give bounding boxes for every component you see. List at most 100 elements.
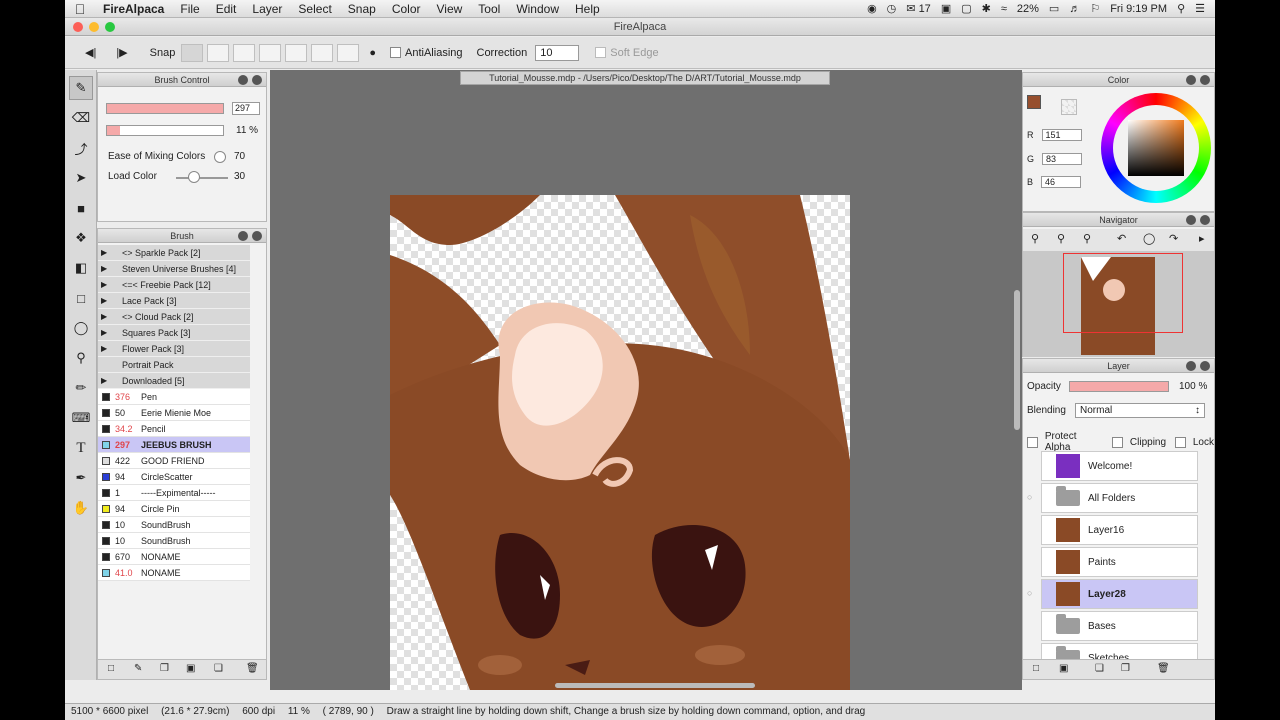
protect-alpha-checkbox[interactable] bbox=[1027, 436, 1038, 448]
panel-close-icon[interactable] bbox=[252, 75, 262, 85]
minimize-window-button[interactable] bbox=[89, 22, 99, 32]
notification-count[interactable]: ✉ 17 bbox=[906, 2, 931, 15]
spotlight-search-icon[interactable]: ⚲ bbox=[1177, 2, 1185, 15]
zoom-fit-icon[interactable]: ⚲ bbox=[1083, 232, 1091, 245]
snap-crisscross-icon[interactable] bbox=[233, 43, 256, 62]
snap-circle-icon[interactable] bbox=[311, 43, 334, 62]
snap-curve-icon[interactable] bbox=[337, 43, 360, 62]
flip-icon[interactable]: ▸ bbox=[1199, 232, 1205, 245]
primary-color-swatch[interactable] bbox=[1027, 95, 1041, 109]
menu-help[interactable]: Help bbox=[567, 2, 608, 16]
close-window-button[interactable] bbox=[73, 22, 83, 32]
menu-window[interactable]: Window bbox=[508, 2, 567, 16]
load-color-knob[interactable] bbox=[188, 171, 200, 183]
lasso-tool-icon[interactable]: ◯ bbox=[69, 316, 93, 340]
lock-checkbox[interactable] bbox=[1175, 436, 1186, 448]
timer-icon[interactable]: ◷ bbox=[887, 2, 897, 15]
layer-opacity-slider[interactable] bbox=[1069, 381, 1169, 392]
panel-collapse-icon[interactable] bbox=[1186, 75, 1196, 85]
expand-triangle-icon[interactable]: ▶ bbox=[101, 261, 107, 277]
brush-folder[interactable]: ▶ Squares Pack [3] bbox=[98, 325, 250, 341]
expand-triangle-icon[interactable]: ▶ bbox=[101, 245, 107, 261]
green-field[interactable]: 83 bbox=[1042, 153, 1083, 165]
dot-tool-icon[interactable]: ⤴ bbox=[69, 136, 93, 160]
move-tool-icon[interactable]: ➤ bbox=[69, 166, 93, 190]
display-icon[interactable]: ▣ bbox=[941, 2, 951, 15]
panel-close-icon[interactable] bbox=[1200, 361, 1210, 371]
duplicate-brush-icon[interactable]: ❏ bbox=[214, 663, 223, 674]
zoom-out-icon[interactable]: ⚲ bbox=[1057, 232, 1065, 245]
artwork-canvas[interactable] bbox=[390, 195, 850, 690]
blending-select[interactable]: Normal ↕ bbox=[1075, 403, 1205, 418]
brush-folder[interactable]: ▶ Steven Universe Brushes [4] bbox=[98, 261, 250, 277]
layer-folder-row[interactable]: Bases bbox=[1041, 611, 1198, 641]
expand-triangle-icon[interactable]: ▶ bbox=[101, 341, 107, 357]
soft-edge-checkbox[interactable] bbox=[595, 47, 607, 58]
menu-view[interactable]: View bbox=[429, 2, 471, 16]
layer-visibility-icon[interactable]: ○ bbox=[1027, 492, 1032, 502]
expand-triangle-icon[interactable]: ▶ bbox=[101, 325, 107, 341]
hand-tool-icon[interactable]: ✋ bbox=[69, 496, 93, 520]
brush-tool-icon[interactable]: ✎ bbox=[69, 76, 93, 100]
menu-color[interactable]: Color bbox=[384, 2, 429, 16]
brush-item[interactable]: 1 -----Expimental----- bbox=[98, 485, 250, 501]
document-tab[interactable]: Tutorial_Mousse.mdp - /Users/Pico/Deskto… bbox=[460, 71, 830, 85]
menu-file[interactable]: File bbox=[172, 2, 207, 16]
zoom-in-icon[interactable]: ⚲ bbox=[1031, 232, 1039, 245]
menu-tool[interactable]: Tool bbox=[470, 2, 508, 16]
eraser-tool-icon[interactable]: ⌫ bbox=[69, 106, 93, 130]
brush-item[interactable]: 422 GOOD FRIEND bbox=[98, 453, 250, 469]
zoom-window-button[interactable] bbox=[105, 22, 115, 32]
text-tool-icon[interactable]: T bbox=[69, 436, 93, 460]
brush-item[interactable]: 41.0 NONAME bbox=[98, 565, 250, 581]
layer-row[interactable]: Paints bbox=[1041, 547, 1198, 577]
panel-close-icon[interactable] bbox=[1200, 215, 1210, 225]
wifi-icon[interactable]: ≈ bbox=[1001, 3, 1007, 15]
delete-layer-icon[interactable]: 🗑 bbox=[1157, 663, 1170, 674]
brush-opacity-slider[interactable] bbox=[106, 125, 224, 136]
layer-row[interactable]: Layer16 bbox=[1041, 515, 1198, 545]
layer-row[interactable]: Welcome! bbox=[1041, 451, 1198, 481]
navigator-preview[interactable] bbox=[1023, 251, 1214, 357]
record-icon[interactable]: ◉ bbox=[867, 2, 877, 15]
brush-folder[interactable]: ▶ Lace Pack [3] bbox=[98, 293, 250, 309]
delete-brush-icon[interactable]: 🗑 bbox=[246, 663, 259, 674]
select-pen-tool-icon[interactable]: ✏ bbox=[69, 376, 93, 400]
brush-folder[interactable]: Portrait Pack bbox=[98, 357, 250, 373]
brush-folder[interactable]: ▶ Downloaded [5] bbox=[98, 373, 250, 389]
gradation-tool-icon[interactable]: ◧ bbox=[69, 256, 93, 280]
add-brush-icon[interactable]: □ bbox=[108, 663, 114, 674]
menu-layer[interactable]: Layer bbox=[244, 2, 290, 16]
brush-item[interactable]: 10 SoundBrush bbox=[98, 517, 250, 533]
brush-item[interactable]: 94 CircleScatter bbox=[98, 469, 250, 485]
add-layer-icon[interactable]: □ bbox=[1033, 663, 1039, 674]
battery-icon[interactable]: ▭ bbox=[1049, 2, 1059, 15]
panel-close-icon[interactable] bbox=[1200, 75, 1210, 85]
brush-folder[interactable]: ▶ Flower Pack [3] bbox=[98, 341, 250, 357]
brush-folder[interactable]: ▶ <> Cloud Pack [2] bbox=[98, 309, 250, 325]
fill-tool-icon[interactable]: ■ bbox=[69, 196, 93, 220]
panel-collapse-icon[interactable] bbox=[1186, 215, 1196, 225]
copy-brush-icon[interactable]: ❐ bbox=[160, 663, 169, 674]
panel-collapse-icon[interactable] bbox=[1186, 361, 1196, 371]
select-eraser-tool-icon[interactable]: ⌨ bbox=[69, 406, 93, 430]
select-tool-icon[interactable]: □ bbox=[69, 286, 93, 310]
add-folder-icon[interactable]: ▣ bbox=[1059, 663, 1068, 674]
canvas-area[interactable]: Tutorial_Mousse.mdp - /Users/Pico/Deskto… bbox=[270, 70, 1022, 690]
layer-visibility-icon[interactable]: ○ bbox=[1027, 588, 1032, 598]
panel-close-icon[interactable] bbox=[252, 231, 262, 241]
snap-radial-icon[interactable] bbox=[285, 43, 308, 62]
brush-item[interactable]: 94 Circle Pin bbox=[98, 501, 250, 517]
rotate-left-icon[interactable]: ↶ bbox=[1117, 232, 1126, 245]
transparent-color-swatch[interactable] bbox=[1061, 99, 1077, 115]
snap-parallel-icon[interactable] bbox=[207, 43, 230, 62]
expand-triangle-icon[interactable]: ▶ bbox=[101, 309, 107, 325]
clock[interactable]: Fri 9:19 PM bbox=[1110, 3, 1167, 15]
menu-edit[interactable]: Edit bbox=[208, 2, 245, 16]
rotate-right-icon[interactable]: ↷ bbox=[1169, 232, 1178, 245]
edit-brush-icon[interactable]: ✎ bbox=[134, 663, 142, 674]
menu-snap[interactable]: Snap bbox=[340, 2, 384, 16]
panel-collapse-icon[interactable] bbox=[238, 231, 248, 241]
layer-folder-row[interactable]: All Folders bbox=[1041, 483, 1198, 513]
rotate-reset-icon[interactable]: ◯ bbox=[1143, 232, 1155, 245]
